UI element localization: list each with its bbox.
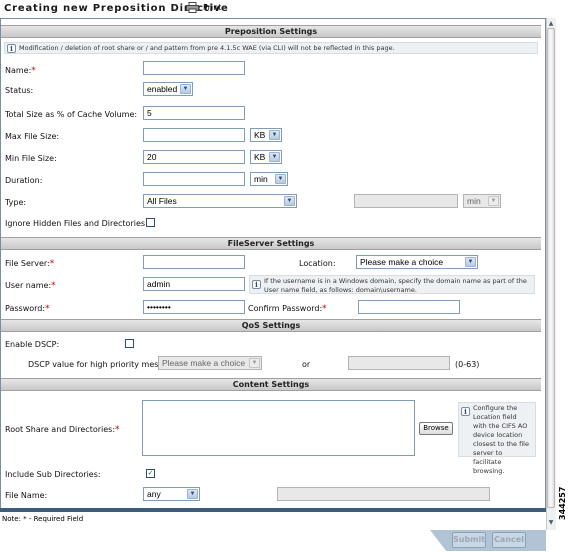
name-label: Name:* (5, 66, 36, 76)
chevron-down-icon: ▼ (275, 174, 286, 184)
type-label: Type: (5, 198, 27, 207)
chevron-down-icon: ▼ (488, 196, 499, 206)
password-label: Password:* (5, 304, 50, 314)
confirm-password-label: Confirm Password:* (248, 304, 327, 314)
info-note-text: Modification / deletion of root share or… (19, 44, 395, 52)
status-label: Status: (5, 86, 34, 95)
username-hint: i If the username is in a Windows domain… (249, 275, 535, 294)
section-preposition-settings: Preposition Settings (1, 25, 541, 38)
total-size-input[interactable]: 5 (143, 106, 245, 120)
include-sub-checkbox[interactable]: ✓ (146, 469, 155, 478)
root-share-textarea[interactable] (142, 400, 415, 456)
required-marker: * (322, 304, 327, 314)
dscp-value-input[interactable] (348, 356, 450, 370)
info-icon: i (252, 280, 261, 289)
required-marker: * (45, 304, 50, 314)
total-size-label: Total Size as % of Cache Volume: (5, 110, 138, 119)
ignore-hidden-checkbox[interactable] (146, 218, 155, 227)
section-content-settings: Content Settings (1, 378, 541, 391)
type-extra-input[interactable] (354, 194, 458, 208)
printer-icon (186, 2, 199, 13)
required-marker: * (31, 66, 36, 76)
print-button[interactable]: Print (186, 2, 221, 13)
password-input[interactable]: •••••••• (143, 300, 245, 314)
scroll-up-icon[interactable]: ▲ (547, 19, 555, 28)
chevron-down-icon: ▼ (269, 152, 280, 162)
location-label: Location: (299, 259, 336, 268)
username-input[interactable]: admin (143, 277, 245, 291)
root-share-label: Root Share and Directories:* (5, 425, 120, 435)
browse-button[interactable]: Browse (419, 422, 453, 435)
min-file-size-label: Min File Size: (5, 154, 57, 163)
duration-label: Duration: (5, 176, 43, 185)
dscp-value-select[interactable]: Please make a choice ▼ (158, 356, 262, 370)
section-fileserver-settings: FileServer Settings (1, 237, 541, 250)
required-field-note: Note: * - Required Field (2, 515, 83, 523)
duration-input[interactable] (143, 172, 245, 186)
info-note: i Modification / deletion of root share … (4, 42, 538, 54)
name-input[interactable] (143, 61, 245, 75)
cancel-button[interactable]: Cancel (492, 532, 526, 548)
footer-divider (0, 508, 546, 512)
required-field-note-text: Note: * - Required Field (2, 515, 84, 523)
section-qos-settings: QoS Settings (1, 319, 541, 332)
submit-button[interactable]: Submit (452, 532, 486, 548)
max-file-size-label: Max File Size: (5, 132, 60, 141)
enable-dscp-checkbox[interactable] (125, 339, 134, 348)
ignore-hidden-label: Ignore Hidden Files and Directories: (5, 219, 148, 228)
info-icon: i (461, 407, 470, 416)
username-label: User name:* (5, 281, 56, 291)
required-marker: * (49, 259, 55, 269)
file-name-label: File Name: (5, 491, 48, 500)
required-marker: * (115, 425, 120, 435)
dscp-range-label: (0-63) (455, 360, 480, 369)
info-icon: i (7, 44, 16, 53)
username-hint-text: If the username is in a Windows domain, … (264, 277, 527, 294)
duration-unit-select[interactable]: min ▼ (250, 172, 288, 186)
print-label: Print (203, 3, 222, 12)
scroll-down-icon[interactable]: ▼ (547, 518, 555, 527)
chevron-down-icon: ▼ (249, 358, 260, 368)
chevron-down-icon: ▼ (269, 130, 280, 140)
scroll-thumb[interactable] (547, 28, 555, 508)
browse-hint: i Configure the Location field with the … (458, 402, 536, 475)
file-name-input[interactable] (277, 487, 490, 501)
button-bar (430, 530, 546, 551)
file-server-label: File Server:* (5, 259, 55, 269)
chevron-down-icon: ▼ (465, 257, 476, 267)
include-sub-label: Include Sub Directories: (5, 470, 101, 479)
figure-id: 344257 (558, 486, 567, 520)
min-file-unit-select[interactable]: KB ▼ (250, 150, 282, 164)
location-select[interactable]: Please make a choice ▼ (356, 255, 478, 269)
chevron-down-icon: ▼ (284, 196, 295, 206)
chevron-down-icon: ▼ (180, 84, 191, 94)
enable-dscp-label: Enable DSCP: (5, 340, 60, 349)
confirm-password-input[interactable] (358, 300, 460, 314)
status-select[interactable]: enabled ▼ (143, 82, 193, 96)
max-file-size-input[interactable] (143, 128, 245, 142)
file-server-input[interactable] (143, 255, 245, 269)
file-name-select[interactable]: any ▼ (143, 487, 200, 501)
type-select[interactable]: All Files ▼ (143, 194, 297, 208)
chevron-down-icon: ▼ (187, 489, 198, 499)
type-extra-unit-select[interactable]: min ▼ (463, 194, 501, 208)
min-file-size-input[interactable]: 20 (143, 150, 245, 164)
max-file-unit-select[interactable]: KB ▼ (250, 128, 282, 142)
or-label: or (302, 360, 311, 369)
required-marker: * (51, 281, 56, 291)
